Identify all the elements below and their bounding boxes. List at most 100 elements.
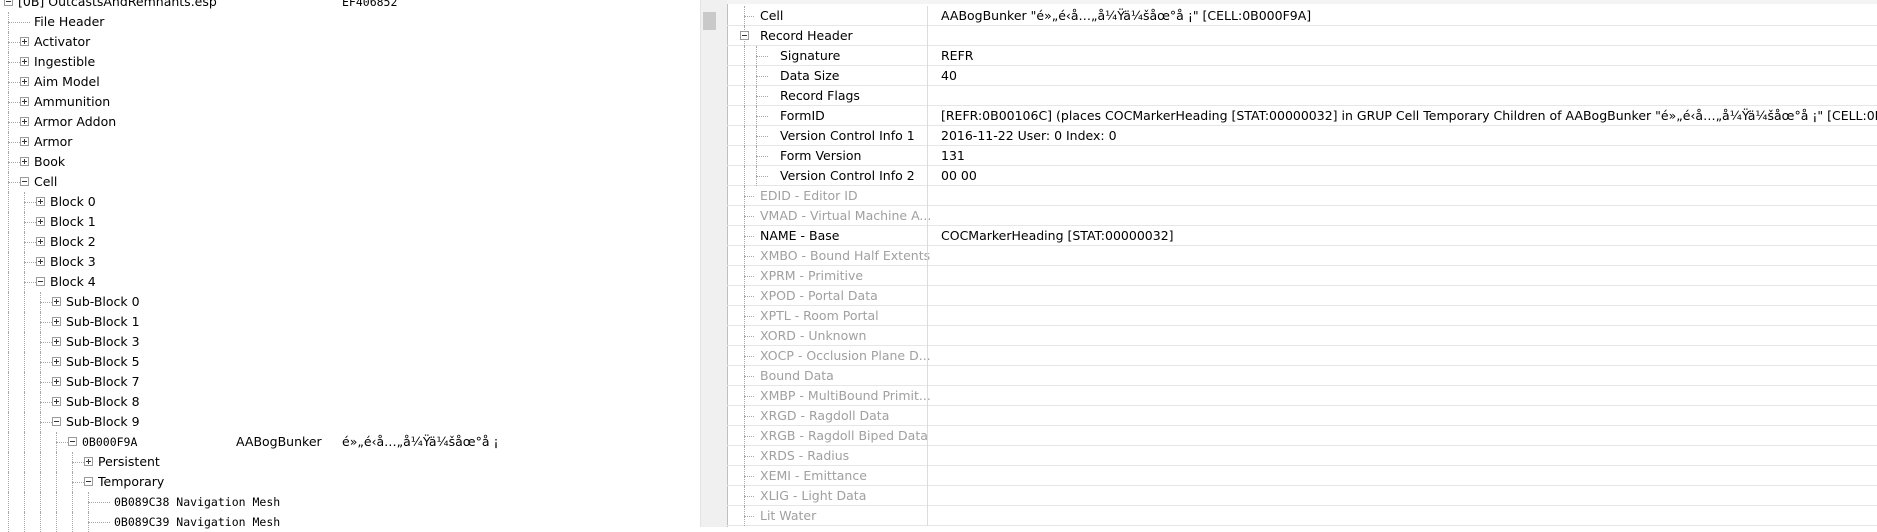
tree-node[interactable]: Cell <box>0 172 700 192</box>
tree-node[interactable]: Book <box>0 152 700 172</box>
field-label: Lit Water <box>760 508 817 523</box>
tree-node[interactable]: Block 0 <box>0 192 700 212</box>
tree-node[interactable]: Sub-Block 8 <box>0 392 700 412</box>
record-field-row[interactable]: XPTL - Room Portal <box>727 306 1877 326</box>
field-value[interactable]: [REFR:0B00106C] (places COCMarkerHeading… <box>941 106 1877 126</box>
expand-icon[interactable] <box>52 357 61 366</box>
tree-node[interactable]: [0B] OutcastsAndRemnants.esp EF406852 <box>0 0 700 12</box>
expand-icon[interactable] <box>52 317 61 326</box>
record-field-row[interactable]: XMBP - MultiBound Primit... <box>727 386 1877 406</box>
tree-node[interactable]: Armor <box>0 132 700 152</box>
tree-node[interactable]: Activator <box>0 32 700 52</box>
expand-icon[interactable] <box>20 57 29 66</box>
record-field-row[interactable]: EDID - Editor ID <box>727 186 1877 206</box>
expand-icon[interactable] <box>20 77 29 86</box>
expand-icon[interactable] <box>84 457 93 466</box>
record-tree[interactable]: [0B] OutcastsAndRemnants.esp EF406852 File… <box>0 0 700 532</box>
record-field-row[interactable]: XRDS - Radius <box>727 446 1877 466</box>
expand-icon[interactable] <box>36 217 45 226</box>
record-field-row[interactable]: NAME - Base COCMarkerHeading [STAT:000000… <box>727 226 1877 246</box>
collapse-icon[interactable] <box>20 177 29 186</box>
tree-node[interactable]: Ammunition <box>0 92 700 112</box>
record-field-row[interactable]: XPOD - Portal Data <box>727 286 1877 306</box>
record-field-row[interactable]: Version Control Info 1 2016-11-22 User: 0… <box>727 126 1877 146</box>
record-field-row[interactable]: Signature REFR <box>727 46 1877 66</box>
tree-node[interactable]: Sub-Block 1 <box>0 312 700 332</box>
field-value[interactable]: REFR <box>941 46 973 66</box>
record-field-row[interactable]: XORD - Unknown <box>727 326 1877 346</box>
field-value[interactable]: COCMarkerHeading [STAT:00000032] <box>941 226 1174 246</box>
tree-node[interactable]: Sub-Block 9 <box>0 412 700 432</box>
record-field-row[interactable]: FormID [REFR:0B00106C] (places COCMarkerH… <box>727 106 1877 126</box>
tree-node[interactable]: Armor Addon <box>0 112 700 132</box>
tree-scrollbar[interactable] <box>700 0 718 527</box>
record-field-row[interactable]: Bound Data <box>727 366 1877 386</box>
tree-node[interactable]: Ingestible <box>0 52 700 72</box>
tree-connector-line <box>88 502 110 503</box>
field-label: Form Version <box>780 148 862 163</box>
collapse-icon[interactable] <box>68 437 77 446</box>
expand-icon[interactable] <box>36 237 45 246</box>
expand-icon[interactable] <box>20 157 29 166</box>
expand-icon[interactable] <box>20 137 29 146</box>
tree-node[interactable]: File Header <box>0 12 700 32</box>
tree-node[interactable]: 0B089C38 Navigation Mesh <box>0 492 700 512</box>
tree-node[interactable]: Block 2 <box>0 232 700 252</box>
record-field-row[interactable]: XOCP - Occlusion Plane D... <box>727 346 1877 366</box>
tree-connector-line <box>8 272 9 292</box>
field-value[interactable]: 00 00 <box>941 166 977 186</box>
column-separator <box>927 106 928 126</box>
record-field-row[interactable]: Record Header <box>727 26 1877 46</box>
record-field-row[interactable]: Record Flags <box>727 86 1877 106</box>
record-field-row[interactable]: XEMI - Emittance <box>727 466 1877 486</box>
tree-node[interactable]: Sub-Block 3 <box>0 332 700 352</box>
record-field-row[interactable]: XRGD - Ragdoll Data <box>727 406 1877 426</box>
tree-scrollbar-thumb[interactable] <box>703 12 716 30</box>
field-value[interactable]: 40 <box>941 66 957 86</box>
grid-connector-line <box>756 176 768 177</box>
tree-node[interactable]: Temporary <box>0 472 700 492</box>
tree-node[interactable]: Aim Model <box>0 72 700 92</box>
field-label: XEMI - Emittance <box>760 468 867 483</box>
record-field-row[interactable]: XLIG - Light Data <box>727 486 1877 506</box>
record-field-row[interactable]: VMAD - Virtual Machine A... <box>727 206 1877 226</box>
tree-node[interactable]: 0B089C39 Navigation Mesh <box>0 512 700 532</box>
record-field-row[interactable]: Data Size 40 <box>727 66 1877 86</box>
column-separator <box>927 126 928 146</box>
expand-icon[interactable] <box>20 117 29 126</box>
tree-node[interactable]: Sub-Block 0 <box>0 292 700 312</box>
record-field-row[interactable]: Form Version 131 <box>727 146 1877 166</box>
field-value[interactable]: 131 <box>941 146 965 166</box>
record-field-row[interactable]: Version Control Info 2 00 00 <box>727 166 1877 186</box>
expand-icon[interactable] <box>52 297 61 306</box>
tree-node[interactable]: Sub-Block 7 <box>0 372 700 392</box>
tree-node[interactable]: 0B000F9A AABogBunker é»„é‹å…„å¼Ÿä¼šåœ°å ¡ <box>0 432 700 452</box>
field-label: XORD - Unknown <box>760 328 867 343</box>
expand-icon[interactable] <box>36 197 45 206</box>
expand-icon[interactable] <box>36 257 45 266</box>
collapse-icon[interactable] <box>4 0 13 6</box>
tree-node[interactable]: Block 3 <box>0 252 700 272</box>
tree-node[interactable]: Sub-Block 5 <box>0 352 700 372</box>
record-field-row[interactable]: XMBO - Bound Half Extents <box>727 246 1877 266</box>
expand-icon[interactable] <box>20 37 29 46</box>
collapse-icon[interactable] <box>52 417 61 426</box>
collapse-icon[interactable] <box>740 31 749 40</box>
tree-node[interactable]: Block 1 <box>0 212 700 232</box>
expand-icon[interactable] <box>20 97 29 106</box>
collapse-icon[interactable] <box>84 477 93 486</box>
record-field-row[interactable]: Cell AABogBunker "é»„é‹å…„å¼Ÿä¼šåœ°å ¡" [… <box>727 6 1877 26</box>
record-field-row[interactable]: XPRM - Primitive <box>727 266 1877 286</box>
record-field-row[interactable]: Lit Water <box>727 506 1877 526</box>
field-value[interactable]: 2016-11-22 User: 0 Index: 0 <box>941 126 1117 146</box>
field-value[interactable]: AABogBunker "é»„é‹å…„å¼Ÿä¼šåœ°å ¡" [CELL… <box>941 6 1311 26</box>
expand-icon[interactable] <box>52 397 61 406</box>
record-field-row[interactable]: XRGB - Ragdoll Biped Data <box>727 426 1877 446</box>
tree-node[interactable]: Block 4 <box>0 272 700 292</box>
tree-node-label: 0B000F9A <box>82 435 138 449</box>
tree-node[interactable]: Persistent <box>0 452 700 472</box>
expand-icon[interactable] <box>52 377 61 386</box>
collapse-icon[interactable] <box>36 277 45 286</box>
expand-icon[interactable] <box>52 337 61 346</box>
tree-node-label: Aim Model <box>34 74 100 89</box>
